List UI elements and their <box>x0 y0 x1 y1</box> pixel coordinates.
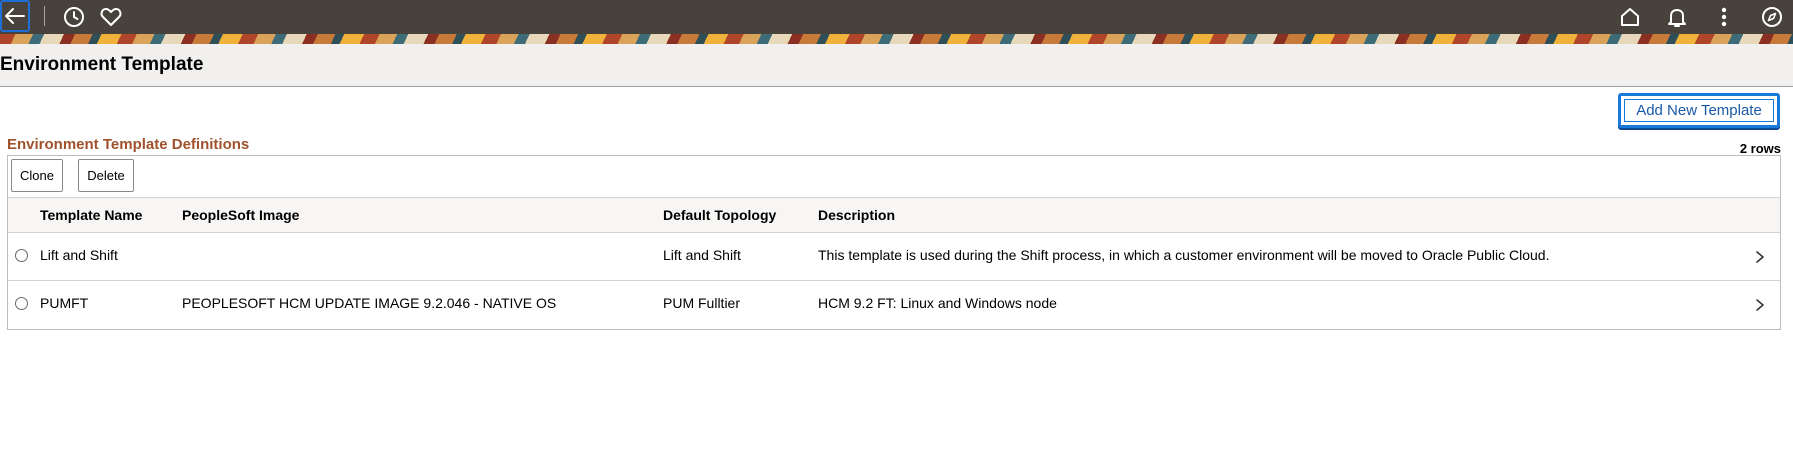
clone-button[interactable]: Clone <box>11 159 63 192</box>
default-topology-cell: Lift and Shift <box>663 247 741 263</box>
grid-title: Environment Template Definitions <box>7 136 250 153</box>
history-clock-icon <box>64 7 84 27</box>
table-row[interactable]: PUMFT PEOPLESOFT HCM UPDATE IMAGE 9.2.04… <box>8 281 1780 329</box>
default-topology-cell: PUM Fulltier <box>663 295 741 311</box>
chevron-right-icon <box>1756 251 1764 263</box>
column-header-default-topology[interactable]: Default Topology <box>663 207 776 223</box>
recent-places-button[interactable] <box>57 0 91 34</box>
peoplesoft-image-cell: PEOPLESOFT HCM UPDATE IMAGE 9.2.046 - NA… <box>182 295 557 311</box>
column-header-peoplesoft-image[interactable]: PeopleSoft Image <box>182 207 299 223</box>
add-new-template-button[interactable]: Add New Template <box>1618 93 1780 128</box>
actions-menu-icon <box>1721 7 1727 27</box>
decorative-banner <box>0 34 1793 44</box>
row-select-radio[interactable] <box>15 297 28 310</box>
description-cell: This template is used during the Shift p… <box>818 247 1550 263</box>
description-cell: HCM 9.2 FT: Linux and Windows node <box>818 295 1057 311</box>
grid-toolbar: Clone Delete <box>8 156 1780 198</box>
navbar-compass-icon <box>1762 7 1782 27</box>
actions-menu-button[interactable] <box>1707 0 1741 34</box>
chevron-right-icon <box>1756 299 1764 311</box>
notifications-button[interactable] <box>1660 0 1694 34</box>
add-new-template-label: Add New Template <box>1624 99 1774 122</box>
navbar-button[interactable] <box>1755 0 1789 34</box>
row-count: 2 rows <box>1739 141 1781 156</box>
template-name-cell: PUMFT <box>40 295 89 311</box>
row-select-radio[interactable] <box>15 249 28 262</box>
home-icon <box>1621 8 1639 26</box>
notifications-bell-icon <box>1668 9 1686 27</box>
delete-button[interactable]: Delete <box>78 159 134 192</box>
grid-header: Template Name PeopleSoft Image Default T… <box>8 197 1780 233</box>
page-title-bar: Environment Template <box>0 44 1793 87</box>
back-arrow-icon <box>5 8 25 24</box>
column-header-description[interactable]: Description <box>818 207 895 223</box>
row-detail-button[interactable] <box>1750 247 1770 267</box>
page-title: Environment Template <box>0 54 204 75</box>
favorites-heart-icon <box>100 8 122 26</box>
top-navigation-bar <box>0 0 1793 34</box>
home-button[interactable] <box>1613 0 1647 34</box>
favorites-button[interactable] <box>94 0 128 34</box>
column-header-template-name[interactable]: Template Name <box>40 207 142 223</box>
table-row[interactable]: Lift and Shift Lift and Shift This templ… <box>8 233 1780 281</box>
template-name-cell: Lift and Shift <box>40 247 118 263</box>
toolbar-divider <box>44 6 45 26</box>
template-definitions-grid: Clone Delete Template Name PeopleSoft Im… <box>7 155 1781 330</box>
back-button[interactable] <box>0 0 30 32</box>
row-detail-button[interactable] <box>1750 295 1770 315</box>
